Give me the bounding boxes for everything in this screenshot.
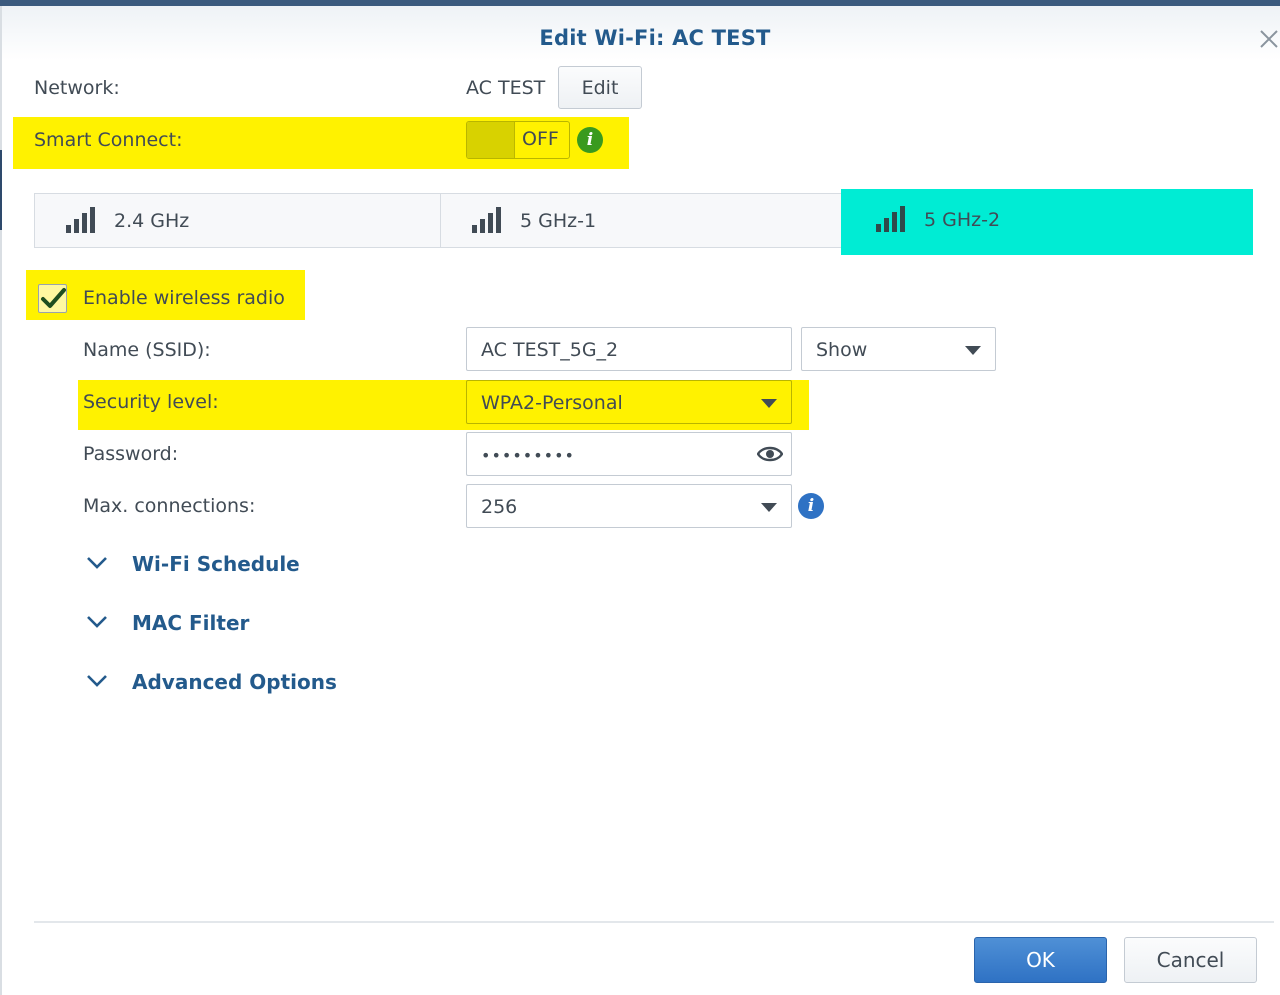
chevron-down-icon [761, 503, 777, 512]
ssid-value: AC TEST_5G_2 [481, 339, 619, 361]
cancel-button[interactable]: Cancel [1124, 937, 1257, 983]
max-connections-label: Max. connections: [83, 495, 256, 517]
ok-button[interactable]: OK [974, 937, 1107, 983]
window-left-accent [0, 150, 2, 230]
ssid-input[interactable]: AC TEST_5G_2 [466, 327, 792, 371]
tab-2-4ghz[interactable]: 2.4 GHz [35, 194, 440, 247]
tab-label: 2.4 GHz [114, 210, 190, 232]
enable-radio-checkbox[interactable] [38, 284, 67, 313]
chevron-down-icon [761, 399, 777, 408]
smart-connect-info-icon[interactable]: i [577, 127, 603, 153]
signal-icon [66, 207, 95, 233]
section-label: MAC Filter [132, 611, 250, 635]
smart-connect-label: Smart Connect: [34, 129, 183, 151]
eye-icon[interactable] [757, 445, 783, 463]
password-input[interactable]: ••••••••• [466, 432, 792, 476]
password-label: Password: [83, 443, 179, 465]
network-label: Network: [34, 77, 120, 99]
ssid-label: Name (SSID): [83, 339, 211, 361]
signal-icon [472, 207, 501, 233]
title-bar: Edit Wi-Fi: AC TEST [2, 6, 1280, 60]
dialog-title: Edit Wi-Fi: AC TEST [539, 26, 771, 50]
tab-label: 5 GHz-2 [924, 209, 1001, 231]
smart-connect-toggle[interactable]: OFF [466, 121, 570, 159]
tab-5ghz-2[interactable]: 5 GHz-2 [841, 189, 1253, 255]
max-connections-select[interactable]: 256 [466, 484, 792, 528]
max-connections-value: 256 [481, 496, 518, 518]
tab-label: 5 GHz-1 [520, 210, 597, 232]
chevron-down-icon [87, 675, 107, 687]
checkmark-icon [41, 288, 66, 308]
tab-5ghz-1[interactable]: 5 GHz-1 [441, 194, 841, 247]
signal-icon [876, 206, 905, 232]
chevron-down-icon [87, 616, 107, 628]
section-label: Advanced Options [132, 670, 337, 694]
network-value: AC TEST [466, 77, 546, 99]
security-value: WPA2-Personal [481, 392, 623, 414]
password-value: ••••••••• [481, 446, 575, 465]
close-icon[interactable] [1257, 27, 1280, 51]
enable-radio-label: Enable wireless radio [83, 287, 285, 309]
toggle-knob [467, 122, 515, 158]
ssid-visibility-select[interactable]: Show [801, 327, 996, 371]
toggle-state: OFF [522, 128, 559, 150]
chevron-down-icon [965, 346, 981, 355]
security-select[interactable]: WPA2-Personal [466, 380, 792, 424]
security-label: Security level: [83, 391, 219, 413]
ssid-visibility-value: Show [816, 339, 868, 361]
section-label: Wi-Fi Schedule [132, 552, 300, 576]
edit-network-button[interactable]: Edit [558, 66, 642, 109]
footer-divider [34, 921, 1274, 923]
max-connections-info-icon[interactable]: i [798, 493, 824, 519]
chevron-down-icon [87, 557, 107, 569]
